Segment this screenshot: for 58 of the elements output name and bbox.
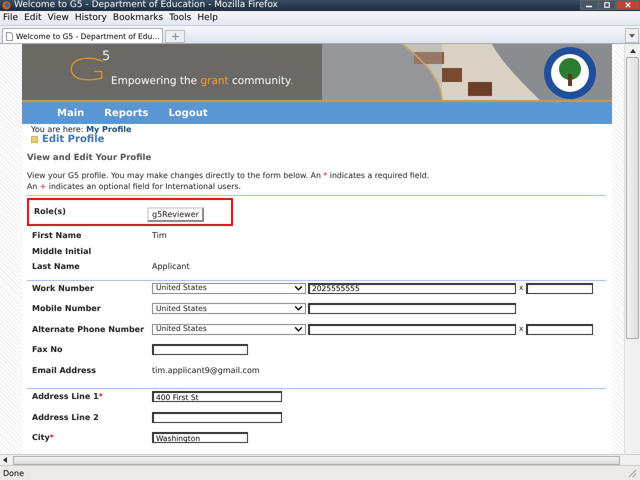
menu-item[interactable]: Help (197, 13, 218, 23)
page-title: Edit Profile (42, 134, 104, 145)
field-label: City* (32, 432, 55, 443)
extension-field[interactable] (526, 324, 594, 334)
window-title: Welcome to G5 - Department of Education - Mozilla Firefox (14, 0, 279, 11)
menu-item[interactable]: Edit (24, 13, 42, 23)
plus-icon (172, 33, 179, 40)
menu-item[interactable]: File (3, 13, 18, 23)
page-icon (6, 32, 13, 40)
menu-item[interactable]: Tools (169, 13, 192, 23)
scroll-left-icon (3, 457, 7, 463)
field-label: Work Number (32, 282, 95, 294)
caret-icon (295, 286, 302, 290)
field-label: Address Line 2 (32, 412, 100, 422)
status-text: Done (3, 468, 24, 478)
field-label: Fax No (32, 344, 64, 355)
input-field[interactable] (152, 344, 248, 355)
field-value: Applicant (152, 261, 190, 272)
horizontal-scrollbar[interactable] (0, 454, 640, 465)
phone-field[interactable] (308, 303, 516, 314)
scroll-thumb[interactable] (626, 57, 639, 339)
field-label: Middle Initial (32, 246, 92, 256)
tab-list-button[interactable] (625, 28, 639, 43)
field-label: Last Name (32, 261, 81, 272)
close-icon (624, 2, 632, 8)
field-value: Tim (152, 230, 167, 241)
resize-grip-icon (628, 468, 637, 478)
role-list[interactable]: g5Reviewer (147, 207, 204, 222)
restore-icon (603, 2, 611, 8)
menu-item[interactable]: View (48, 13, 69, 23)
section-title: View and Edit Your Profile (27, 153, 152, 163)
menu-item[interactable]: History (74, 13, 107, 23)
caret-icon (295, 326, 302, 332)
caret-icon (295, 306, 302, 311)
field-label: First Name (32, 230, 82, 241)
bullet-icon (31, 136, 38, 143)
field-label: Address Line 1* (32, 391, 104, 402)
field-label: Alternate Phone Number (32, 324, 146, 334)
tagline: Empowering the grant community. (111, 75, 294, 87)
phone-field[interactable] (308, 324, 516, 334)
close-button[interactable] (616, 0, 640, 10)
extension-field[interactable] (526, 282, 594, 294)
field-label: Role(s) (34, 207, 67, 216)
field-label: Mobile Number (32, 303, 102, 314)
breadcrumb-label: You are here: (31, 125, 84, 134)
field-label: Email Address (32, 364, 98, 376)
breadcrumb-link[interactable]: My Profile (86, 125, 132, 134)
logo-number: 5 (102, 50, 110, 64)
browser-logo-icon (2, 1, 11, 10)
restore-button[interactable] (598, 0, 616, 10)
scroll-up-icon (630, 49, 636, 53)
menu-item[interactable]: Bookmarks (112, 13, 164, 23)
vertical-scrollbar[interactable] (624, 44, 640, 454)
input-field[interactable] (152, 412, 282, 422)
minimize-button[interactable] (580, 0, 598, 10)
field-value: tim.applicant9@gmail.com (152, 364, 260, 376)
scroll-thumb[interactable] (13, 456, 620, 464)
caret-icon (629, 34, 635, 38)
